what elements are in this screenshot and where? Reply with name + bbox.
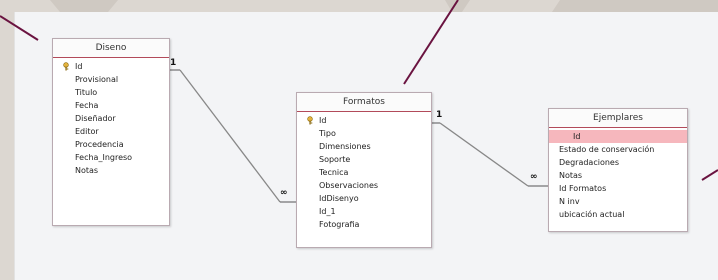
field-list-diseno: Id Provisional Titulo Fecha Diseñador Ed… [53,58,169,177]
field-id-1[interactable]: Id_1 [297,205,431,218]
field-soporte[interactable]: Soporte [297,153,431,166]
relation-one-label-diseno: 1 [170,58,177,68]
field-id-selected[interactable]: Id [549,130,687,143]
window-frame-left [0,0,14,280]
field-dimensiones[interactable]: Dimensiones [297,140,431,153]
field-observaciones[interactable]: Observaciones [297,179,431,192]
field-procedencia[interactable]: Procedencia [53,138,169,151]
field-id[interactable]: Id [297,114,431,127]
field-editor[interactable]: Editor [53,125,169,138]
field-notas[interactable]: Notas [53,164,169,177]
field-fecha[interactable]: Fecha [53,99,169,112]
window-frame-top [0,0,718,12]
field-titulo[interactable]: Titulo [53,86,169,99]
field-ubicacion-actual[interactable]: ubicación actual [549,208,687,221]
field-fotografia[interactable]: Fotografia [297,218,431,231]
relation-many-label-formatos: ∞ [280,188,288,198]
field-list-ejemplares: Id Estado de conservación Degradaciones … [549,128,687,221]
key-icon [307,116,313,125]
field-provisional[interactable]: Provisional [53,73,169,86]
relation-many-label-ejemplares: ∞ [530,172,538,182]
table-title-ejemplares[interactable]: Ejemplares [549,109,687,128]
relation-one-label-formatos: 1 [436,110,443,120]
field-tecnica[interactable]: Tecnica [297,166,431,179]
table-formatos[interactable]: Formatos Id Tipo Dimensiones Soporte Tec… [296,92,432,248]
field-id[interactable]: Id [53,60,169,73]
table-ejemplares[interactable]: Ejemplares Id Estado de conservación Deg… [548,108,688,232]
field-tipo[interactable]: Tipo [297,127,431,140]
field-n-inv[interactable]: N inv [549,195,687,208]
table-diseno[interactable]: Diseno Id Provisional Titulo Fecha Diseñ… [52,38,170,226]
field-degradaciones[interactable]: Degradaciones [549,156,687,169]
field-fecha-ingreso[interactable]: Fecha_Ingreso [53,151,169,164]
field-estado-conservacion[interactable]: Estado de conservación [549,143,687,156]
field-list-formatos: Id Tipo Dimensiones Soporte Tecnica Obse… [297,112,431,231]
field-disenador[interactable]: Diseñador [53,112,169,125]
field-iddisenyo[interactable]: IdDisenyo [297,192,431,205]
table-title-diseno[interactable]: Diseno [53,39,169,58]
field-notas[interactable]: Notas [549,169,687,182]
key-icon [63,62,69,71]
table-title-formatos[interactable]: Formatos [297,93,431,112]
field-id-formatos[interactable]: Id Formatos [549,182,687,195]
